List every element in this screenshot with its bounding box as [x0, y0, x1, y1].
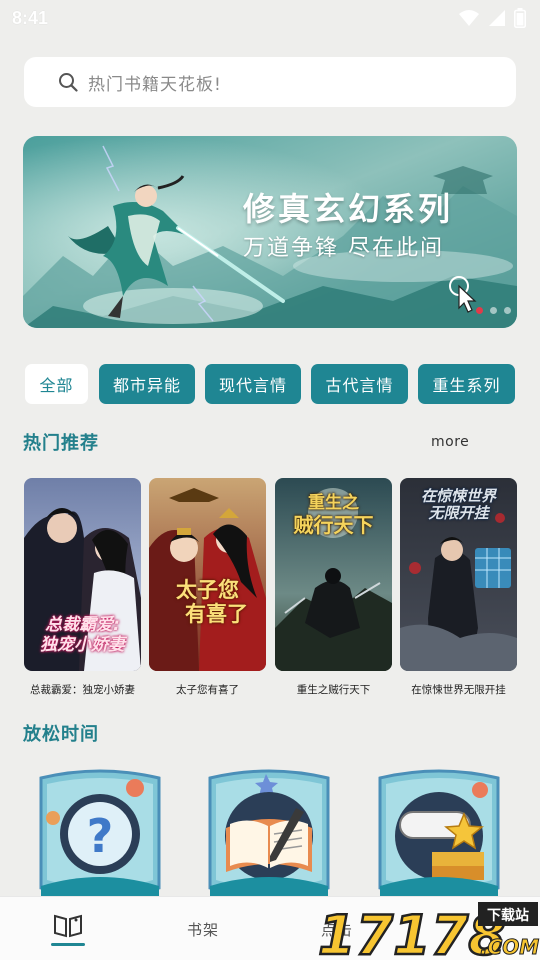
promo-banner[interactable]: 修真玄幻系列 万道争锋 尽在此间: [23, 136, 517, 328]
nav-active-indicator: [51, 942, 85, 946]
watermark-badge: 下载站: [487, 907, 529, 924]
cover-title-line2: 贼行天下: [293, 512, 374, 537]
book-pen-icon: [208, 769, 330, 900]
book-title: 总裁霸爱：独宠小娇妻: [30, 684, 135, 696]
book-title: 在惊悚世界无限开挂: [411, 684, 506, 696]
cover-title-line2: 独宠小娇妻: [40, 634, 125, 655]
banner-dot[interactable]: [504, 307, 511, 314]
book-cover[interactable]: 重生之 贼行天下: [275, 478, 392, 671]
book-cover-title: 太子您 有喜了: [149, 578, 266, 626]
status-bar: 8:41: [0, 0, 540, 36]
status-icons: [458, 8, 526, 28]
signal-icon: [489, 10, 505, 26]
chip-ancient-romance[interactable]: 古代言情: [311, 364, 408, 404]
book-cover-title: 总裁霸爱: 独宠小娇妻: [24, 615, 141, 655]
category-chips: 全部 都市异能 现代言情 古代言情 重生系列: [25, 364, 517, 404]
book-home-icon: [54, 914, 82, 937]
scroll-star-icon: [378, 769, 500, 900]
book-card[interactable]: 太子您 有喜了 太子您有喜了: [149, 478, 266, 697]
search-icon: [59, 73, 78, 92]
book-cover[interactable]: 太子您 有喜了: [149, 478, 266, 671]
svg-text:?: ?: [87, 809, 114, 863]
book-card[interactable]: 总裁霸爱: 独宠小娇妻 总裁霸爱：独宠小娇妻: [24, 478, 141, 697]
book-cover-title: 在惊悚世界 无限开挂: [400, 487, 517, 523]
banner-dot[interactable]: [476, 307, 483, 314]
hot-section-title: 热门推荐: [23, 433, 99, 454]
question-mark-icon: ?: [39, 769, 161, 900]
search-placeholder: 热门书籍天花板!: [88, 74, 222, 95]
game-card-idiom[interactable]: ?: [35, 768, 165, 900]
book-title: 太子您有喜了: [176, 684, 239, 696]
book-card[interactable]: 在惊悚世界 无限开挂 在惊悚世界无限开挂: [400, 478, 517, 697]
cover-title-line1: 太子您: [176, 578, 239, 602]
chip-urban[interactable]: 都市异能: [99, 364, 195, 404]
nav-home[interactable]: [48, 897, 88, 960]
search-input[interactable]: 热门书籍天花板!: [24, 57, 516, 107]
battery-icon: [514, 8, 526, 28]
cover-title-line1: 在惊悚世界: [420, 487, 496, 505]
more-link[interactable]: more: [431, 434, 469, 450]
book-title: 重生之贼行天下: [296, 684, 371, 696]
book-cover-title: 重生之 贼行天下: [275, 490, 392, 537]
chip-all[interactable]: 全部: [25, 364, 88, 404]
banner-dot[interactable]: [490, 307, 497, 314]
book-cover[interactable]: 在惊悚世界 无限开挂: [400, 478, 517, 671]
book-cover[interactable]: 总裁霸爱: 独宠小娇妻: [24, 478, 141, 671]
cover-title-line1: 重生之: [308, 493, 359, 513]
watermark-domain: .COM: [480, 935, 539, 959]
banner-subtitle: 万道争锋 尽在此间: [243, 236, 444, 261]
game-card-proverb[interactable]: [374, 768, 504, 900]
book-cover-art: [149, 478, 266, 671]
relax-section-title: 放松时间: [23, 724, 99, 745]
nav-bookshelf-label: 书架: [186, 920, 219, 939]
status-time: 8:41: [12, 7, 49, 28]
book-card[interactable]: 重生之 贼行天下 重生之贼行天下: [275, 478, 392, 697]
watermark-logo: 17178 下载站 .COM: [316, 898, 540, 960]
nav-bookshelf[interactable]: 书架: [176, 897, 230, 960]
watermark-number: 17178: [318, 904, 506, 960]
banner-pagination: [476, 307, 511, 314]
wifi-icon: [459, 10, 479, 26]
game-card-riddle[interactable]: [204, 768, 334, 900]
cover-title-line2: 有喜了: [185, 602, 248, 627]
chip-modern-romance[interactable]: 现代言情: [205, 364, 301, 404]
cover-title-line1: 总裁霸爱:: [45, 615, 120, 635]
chip-rebirth[interactable]: 重生系列: [418, 364, 515, 404]
banner-title: 修真玄幻系列: [243, 190, 454, 228]
cover-title-line2: 无限开挂: [428, 504, 489, 523]
